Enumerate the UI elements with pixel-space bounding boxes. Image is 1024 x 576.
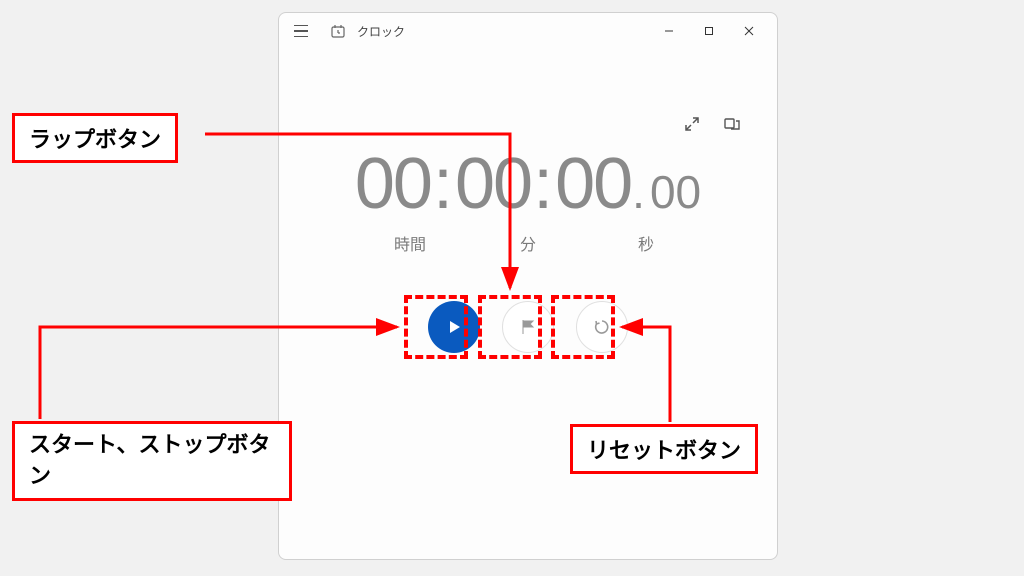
compact-view-icon[interactable] <box>721 113 743 135</box>
minimize-button[interactable] <box>649 16 689 46</box>
time-labels: 時間 分 秒 <box>279 231 777 255</box>
hamburger-menu-icon[interactable] <box>287 17 315 45</box>
stopwatch-content: 00 : 00 : 00 . 00 時間 分 秒 <box>279 49 777 559</box>
time-separator: : <box>433 143 453 225</box>
flag-icon <box>519 318 537 336</box>
time-dot: . <box>632 165 645 219</box>
callout-lap: ラップボタン <box>12 113 178 163</box>
time-separator: : <box>533 143 553 225</box>
clock-app-window: クロック 00 : 00 : 00 <box>278 12 778 560</box>
centiseconds-value: 00 <box>650 165 701 219</box>
hours-label: 時間 <box>390 231 430 255</box>
minutes-value: 00 <box>455 143 531 225</box>
close-button[interactable] <box>729 16 769 46</box>
play-icon <box>445 318 463 336</box>
lap-button[interactable] <box>502 301 554 353</box>
expand-icon[interactable] <box>681 113 703 135</box>
window-controls <box>649 16 769 46</box>
hours-value: 00 <box>355 143 431 225</box>
callout-reset: リセットボタン <box>570 424 758 474</box>
seconds-value: 00 <box>555 143 631 225</box>
start-stop-button[interactable] <box>428 301 480 353</box>
seconds-label: 秒 <box>626 231 666 255</box>
titlebar: クロック <box>279 13 777 49</box>
reset-icon <box>593 318 611 336</box>
time-display: 00 : 00 : 00 . 00 <box>279 143 777 225</box>
minutes-label: 分 <box>508 231 548 255</box>
app-title: クロック <box>357 23 405 40</box>
maximize-button[interactable] <box>689 16 729 46</box>
callout-startstop: スタート、ストップボタン <box>12 421 292 501</box>
stopwatch-controls <box>279 301 777 353</box>
view-controls <box>681 113 743 135</box>
clock-app-icon <box>329 22 347 40</box>
reset-button[interactable] <box>576 301 628 353</box>
